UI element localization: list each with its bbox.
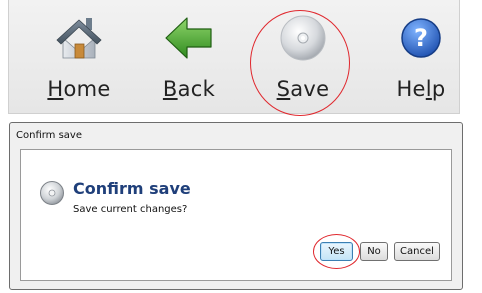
save-label: ave — [290, 77, 330, 101]
back-label-accel: B — [162, 77, 178, 101]
save-label-accel: S — [276, 77, 291, 101]
svg-text:?: ? — [414, 24, 428, 52]
dialog-title: Confirm save — [16, 130, 83, 141]
back-button[interactable]: Back — [139, 0, 239, 112]
no-button[interactable]: No — [360, 242, 388, 261]
save-button[interactable]: Save — [253, 0, 353, 112]
yes-button[interactable]: Yes — [320, 242, 353, 261]
home-label-accel: H — [47, 77, 64, 101]
help-label-pre: He — [396, 77, 426, 101]
home-icon — [53, 12, 105, 64]
back-arrow-icon — [163, 12, 215, 64]
disc-save-icon — [277, 12, 329, 64]
disc-icon — [39, 180, 65, 206]
dialog-heading: Confirm save — [73, 179, 191, 198]
help-label: p — [431, 77, 446, 101]
back-label: ack — [177, 77, 216, 101]
help-button[interactable]: ? Help — [371, 0, 471, 112]
home-label: ome — [63, 77, 111, 101]
cancel-button[interactable]: Cancel — [394, 242, 440, 261]
confirm-save-dialog: Confirm save Confirm save Save current c… — [9, 122, 463, 290]
help-icon: ? — [395, 12, 447, 64]
home-button[interactable]: Home — [29, 0, 129, 112]
dialog-body: Confirm save Save current changes? — [20, 149, 452, 281]
dialog-message: Save current changes? — [73, 204, 188, 215]
toolbar: Home Back Save ? Help — [8, 0, 460, 114]
